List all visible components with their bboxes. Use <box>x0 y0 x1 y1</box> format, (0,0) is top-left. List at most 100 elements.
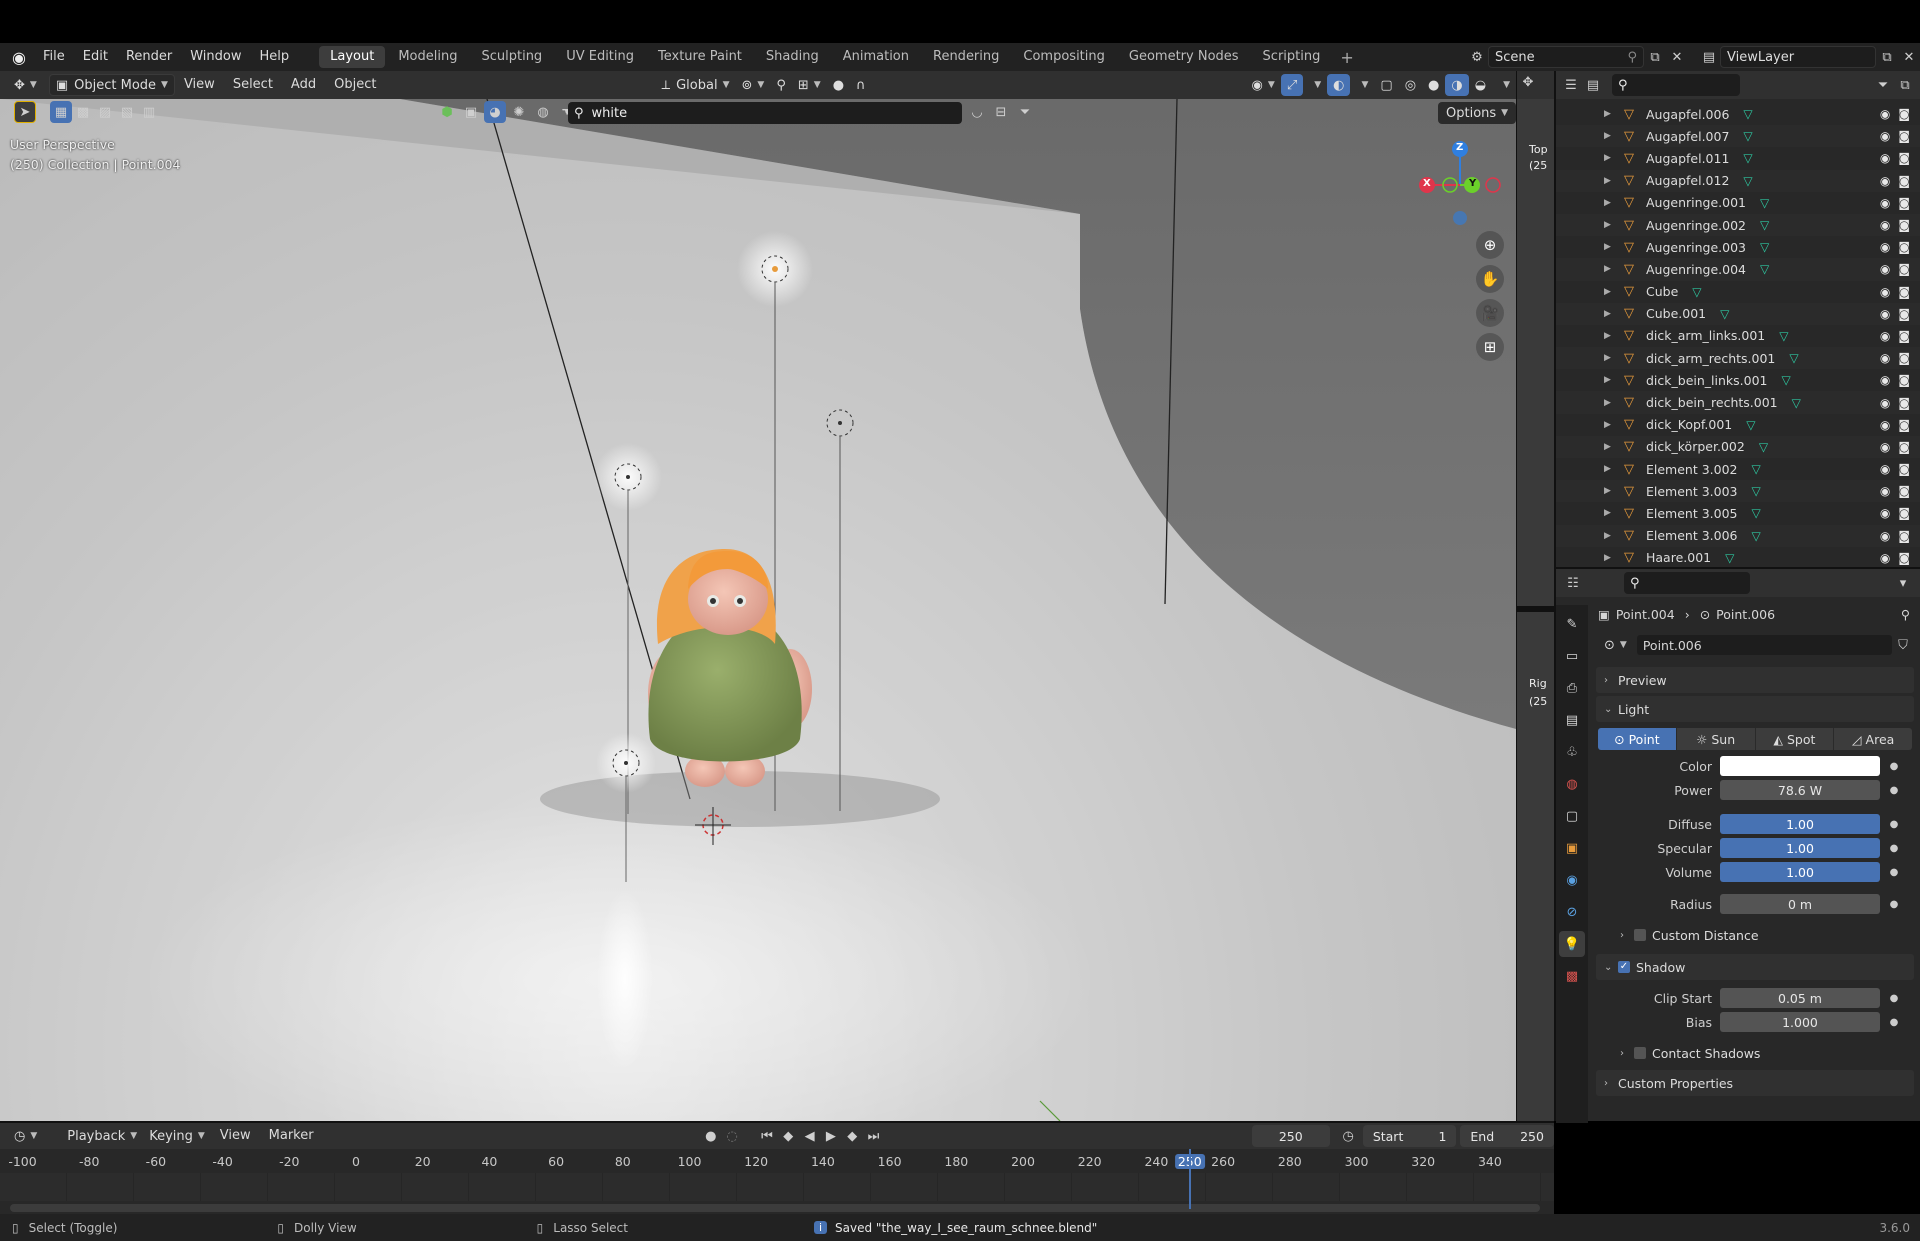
end-frame-field[interactable]: End 250 <box>1460 1125 1554 1147</box>
outliner-row[interactable]: ▶ ▽ dick_bein_rechts.001 ▽ ◉ ◙ <box>1556 391 1920 414</box>
bias-field[interactable]: 1.000 <box>1720 1012 1880 1032</box>
menu-edit[interactable]: Edit <box>74 43 117 71</box>
add-workspace-icon[interactable]: + <box>1332 48 1361 67</box>
secondary-editor-icon[interactable]: ✥ <box>1517 71 1539 93</box>
display-mode-icon[interactable]: ▤ <box>1582 74 1604 96</box>
expand-arrow-icon[interactable]: ▶ <box>1604 153 1618 163</box>
timeline-scrollbar[interactable] <box>10 1204 1540 1212</box>
shading-dropdown[interactable]: ▼ <box>1492 74 1516 96</box>
xray-toggle[interactable]: ▢ <box>1374 74 1398 96</box>
menu-help[interactable]: Help <box>251 43 299 71</box>
light-panel-header[interactable]: ⌄ Light <box>1596 696 1914 722</box>
color-keyframe-dot[interactable]: ● <box>1886 761 1902 772</box>
jump-start-icon[interactable]: ⏮ <box>756 1125 777 1147</box>
expand-arrow-icon[interactable]: ▶ <box>1604 420 1618 430</box>
expand-arrow-icon[interactable]: ▶ <box>1604 198 1618 208</box>
3d-viewport[interactable]: ➤ ▦ ▩ ▨ ▧ ▥ ⬢ ▣ ◕ ✺ ◍ ☚ ⚲ white ◡ ⊟ ⏷ Op… <box>0 99 1516 1121</box>
volume-slider[interactable]: 1.00 <box>1720 862 1880 882</box>
clip-start-keyframe-dot[interactable]: ● <box>1886 993 1902 1004</box>
render-camera-icon[interactable]: ◙ <box>1898 151 1910 165</box>
expand-arrow-icon[interactable]: ▶ <box>1604 331 1618 341</box>
outliner-filter-icon[interactable]: ⏷ <box>1872 74 1894 96</box>
render-camera-icon[interactable]: ◙ <box>1898 373 1910 387</box>
expand-arrow-icon[interactable]: ▶ <box>1604 375 1618 385</box>
mesh-data-icon[interactable]: ▽ <box>1725 551 1734 565</box>
current-frame-field[interactable]: 250 <box>1252 1125 1330 1147</box>
expand-arrow-icon[interactable]: ▶ <box>1604 242 1618 252</box>
workspace-tab-texture-paint[interactable]: Texture Paint <box>647 46 753 68</box>
outliner-row[interactable]: ▶ ▽ Element 3.005 ▽ ◉ ◙ <box>1556 502 1920 524</box>
mode-dropdown[interactable]: ▣ Object Mode ▼ <box>48 74 175 96</box>
expand-arrow-icon[interactable]: ▶ <box>1604 264 1618 274</box>
expand-arrow-icon[interactable]: ▶ <box>1604 176 1618 186</box>
material-preview-icon[interactable]: ⬢ <box>436 101 458 123</box>
radius-keyframe-dot[interactable]: ● <box>1886 899 1902 910</box>
render-camera-icon[interactable]: ◙ <box>1898 262 1910 276</box>
timeline-ruler[interactable]: -100 -80 -60 -40 -20 0 20 40 60 80 100 120 140 160 180… <box>0 1149 1554 1173</box>
timeline-menu-view[interactable]: View <box>211 1122 260 1150</box>
datablock-name-field[interactable]: Point.006 <box>1636 635 1892 655</box>
custom-distance-subpanel[interactable]: › Custom Distance <box>1596 922 1914 948</box>
radius-field[interactable]: 0 m <box>1720 894 1880 914</box>
visibility-eye-icon[interactable]: ◉ <box>1880 529 1890 543</box>
contact-shadows-checkbox[interactable] <box>1634 1047 1646 1059</box>
render-camera-icon[interactable]: ◙ <box>1898 218 1910 232</box>
gizmo-toggle[interactable]: ⤢ <box>1280 74 1304 96</box>
expand-arrow-icon[interactable]: ▶ <box>1604 442 1618 452</box>
pin-properties-icon[interactable]: ⚲ <box>1901 607 1910 622</box>
clip-start-field[interactable]: 0.05 m <box>1720 988 1880 1008</box>
menu-render[interactable]: Render <box>117 43 181 71</box>
mesh-data-icon[interactable]: ▽ <box>1779 329 1788 343</box>
filter-light-icon[interactable]: ✺ <box>508 101 530 123</box>
render-camera-icon[interactable]: ◙ <box>1898 329 1910 343</box>
custom-distance-checkbox[interactable] <box>1634 929 1646 941</box>
outliner-row[interactable]: ▶ ▽ Haare.001 ▽ ◉ ◙ <box>1556 547 1920 569</box>
auto-key-options-icon[interactable]: ◌ <box>722 1125 743 1147</box>
playhead-line[interactable] <box>1188 1149 1191 1209</box>
falloff-dropdown[interactable]: ∩ <box>850 74 872 96</box>
blender-logo-icon[interactable]: ◉ <box>4 43 34 71</box>
visibility-eye-icon[interactable]: ◉ <box>1880 440 1890 454</box>
outliner-row[interactable]: ▶ ▽ Augapfel.011 ▽ ◉ ◙ <box>1556 147 1920 169</box>
start-frame-field[interactable]: Start 1 <box>1362 1125 1457 1147</box>
viewport-menu-view[interactable]: View <box>175 71 224 99</box>
pivot-dropdown[interactable]: ⊚ ▼ <box>736 74 771 96</box>
outliner-row[interactable]: ▶ ▽ Cube ▽ ◉ ◙ <box>1556 281 1920 303</box>
timeline-track-area[interactable] <box>0 1173 1554 1201</box>
contact-shadows-subpanel[interactable]: › Contact Shadows <box>1596 1040 1914 1066</box>
viewport-menu-add[interactable]: Add <box>282 71 325 99</box>
visibility-dropdown[interactable]: ◉ ▼ <box>1246 74 1281 96</box>
collection-tab-icon[interactable]: ▢ <box>1559 803 1585 829</box>
new-view-layer-icon[interactable]: ⧉ <box>1876 46 1898 68</box>
expand-arrow-icon[interactable]: ▶ <box>1604 553 1618 563</box>
secondary-viewport-strip[interactable]: ✥ Top (25 Rig (25 <box>1516 71 1555 1121</box>
scene-selector[interactable]: Scene ⚲ <box>1488 46 1644 68</box>
visibility-eye-icon[interactable]: ◉ <box>1880 151 1890 165</box>
light-type-area[interactable]: ◿ Area <box>1834 728 1912 750</box>
light-datablock-dropdown[interactable]: ⊙ ▼ <box>1598 634 1633 656</box>
texture-tab-icon[interactable]: ▩ <box>1559 963 1585 989</box>
jump-prev-key-icon[interactable]: ◆ <box>778 1125 799 1147</box>
visibility-eye-icon[interactable]: ◉ <box>1880 373 1890 387</box>
zoom-icon[interactable]: ⊕ <box>1476 231 1504 259</box>
timeline-menu-keying[interactable]: Keying ▼ <box>143 1125 211 1147</box>
outliner-row[interactable]: ▶ ▽ Cube.001 ▽ ◉ ◙ <box>1556 302 1920 325</box>
visibility-eye-icon[interactable]: ◉ <box>1880 484 1890 498</box>
play-reverse-icon[interactable]: ◀ <box>799 1125 820 1147</box>
snap-toggle[interactable]: ⚲ <box>770 74 792 96</box>
render-camera-icon[interactable]: ◙ <box>1898 440 1910 454</box>
workspace-tab-layout[interactable]: Layout <box>319 46 386 68</box>
outliner-row[interactable]: ▶ ▽ dick_körper.002 ▽ ◉ ◙ <box>1556 435 1920 458</box>
filter-world-icon[interactable]: ◕ <box>484 101 506 123</box>
workspace-tab-scripting[interactable]: Scripting <box>1252 46 1332 68</box>
visibility-eye-icon[interactable]: ◉ <box>1880 196 1890 210</box>
workspace-tab-sculpting[interactable]: Sculpting <box>470 46 553 68</box>
record-keyframe-icon[interactable]: ● <box>700 1125 721 1147</box>
render-camera-icon[interactable]: ◙ <box>1898 129 1910 143</box>
workspace-tab-animation[interactable]: Animation <box>832 46 920 68</box>
camera-view-icon[interactable]: 🎥 <box>1476 299 1504 327</box>
select-box-extend-icon[interactable]: ▩ <box>72 101 94 123</box>
output-tab-icon[interactable]: ⎙ <box>1559 675 1585 701</box>
select-cursor-icon[interactable]: ➤ <box>14 101 36 123</box>
mesh-data-icon[interactable]: ▽ <box>1752 462 1761 476</box>
